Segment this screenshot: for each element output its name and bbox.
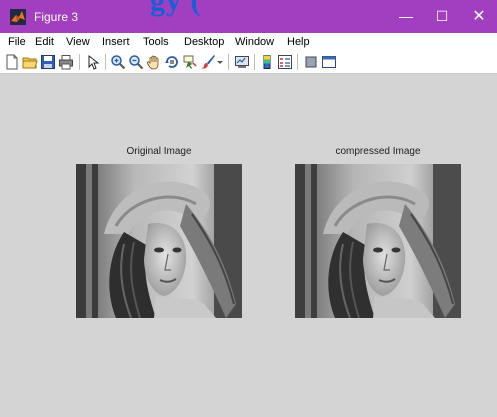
- save-icon[interactable]: [40, 54, 56, 70]
- data-cursor-icon[interactable]: [182, 54, 198, 70]
- close-button[interactable]: ✕: [461, 0, 497, 33]
- legend-icon[interactable]: [277, 54, 293, 70]
- matlab-logo-icon: [10, 9, 26, 25]
- original-image[interactable]: [76, 164, 242, 318]
- figure-window: Figure 3 gy ( — ☐ ✕ File Edit View Inser…: [0, 0, 497, 417]
- axes-title-compressed: compressed Image: [335, 146, 421, 157]
- toolbar-separator: [228, 54, 229, 70]
- menu-desktop[interactable]: Desktop: [184, 35, 224, 49]
- new-figure-icon[interactable]: [4, 54, 20, 70]
- open-file-icon[interactable]: [22, 54, 38, 70]
- zoom-out-icon[interactable]: [128, 54, 144, 70]
- menu-bar: File Edit View Insert Tools Desktop Wind…: [0, 33, 497, 51]
- axes-title-original: Original Image: [126, 146, 192, 157]
- colorbar-icon[interactable]: [259, 54, 275, 70]
- menu-file[interactable]: File: [8, 35, 26, 49]
- menu-insert[interactable]: Insert: [102, 35, 130, 49]
- toolbar-separator: [105, 54, 106, 70]
- window-title: Figure 3: [34, 10, 79, 24]
- link-plot-icon[interactable]: [234, 54, 250, 70]
- menu-tools[interactable]: Tools: [143, 35, 169, 49]
- zoom-in-icon[interactable]: [110, 54, 126, 70]
- menu-window[interactable]: Window: [235, 35, 274, 49]
- toolbar-separator: [79, 54, 80, 70]
- brush-icon[interactable]: [200, 54, 216, 70]
- edit-plot-arrow-icon[interactable]: [85, 54, 101, 70]
- menu-edit[interactable]: Edit: [35, 35, 54, 49]
- toolbar-separator: [297, 54, 298, 70]
- menu-help[interactable]: Help: [287, 35, 310, 49]
- overlay-heading-text: gy (: [150, 0, 202, 17]
- maximize-button[interactable]: ☐: [424, 0, 460, 33]
- pan-hand-icon[interactable]: [146, 54, 162, 70]
- figure-toolbar: [0, 51, 497, 74]
- hide-plot-tools-icon[interactable]: [303, 54, 319, 70]
- menu-view[interactable]: View: [66, 35, 90, 49]
- brush-dropdown-chevron-icon[interactable]: [216, 54, 224, 70]
- compressed-image[interactable]: [295, 164, 461, 318]
- rotate-3d-icon[interactable]: [164, 54, 180, 70]
- title-bar[interactable]: Figure 3 gy ( — ☐ ✕: [0, 0, 497, 33]
- show-plot-tools-icon[interactable]: [321, 54, 337, 70]
- minimize-button[interactable]: —: [388, 0, 424, 33]
- print-icon[interactable]: [58, 54, 74, 70]
- toolbar-separator: [254, 54, 255, 70]
